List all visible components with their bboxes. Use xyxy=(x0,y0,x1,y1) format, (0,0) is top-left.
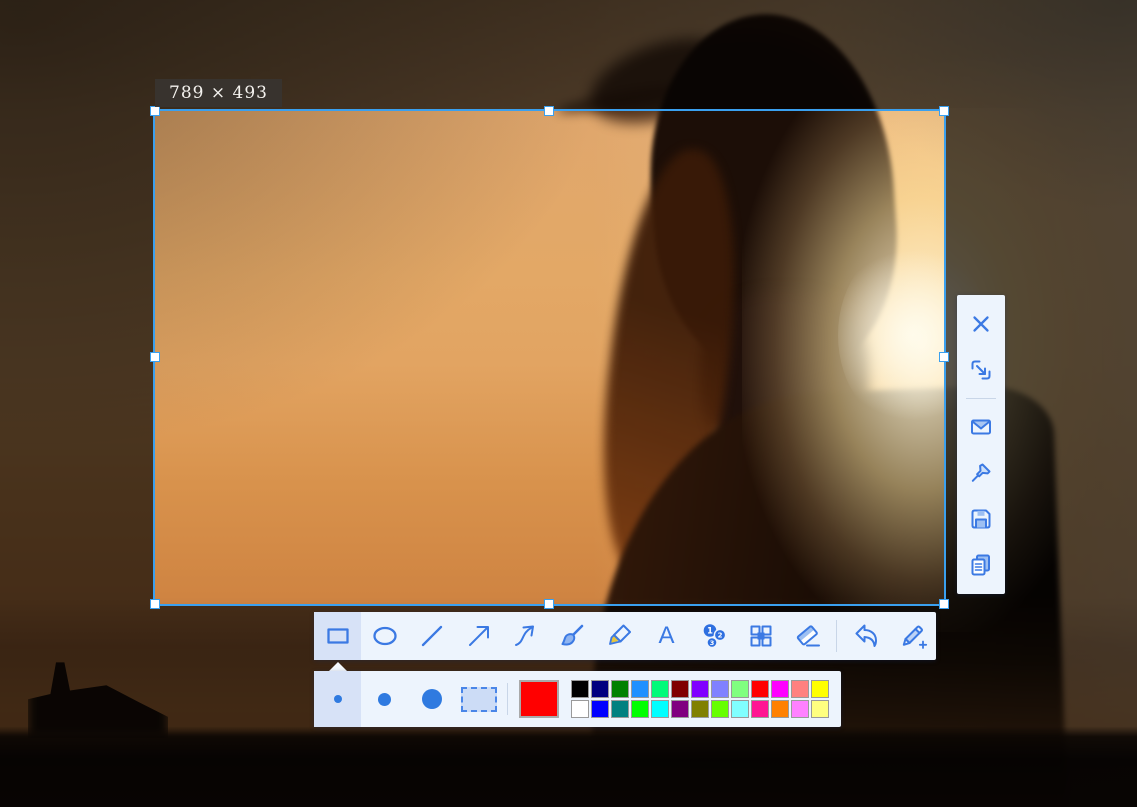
options-separator xyxy=(507,683,508,715)
copy-icon xyxy=(968,552,994,578)
handle-top-left[interactable] xyxy=(150,106,160,116)
palette-swatch[interactable] xyxy=(651,680,669,698)
text-tool-icon: A xyxy=(658,624,674,648)
panel-separator xyxy=(966,398,996,399)
tool-pencil-add[interactable] xyxy=(889,612,936,660)
palette-swatch[interactable] xyxy=(651,700,669,718)
palette-swatch[interactable] xyxy=(671,680,689,698)
tool-number-steps[interactable]: 1 2 3 xyxy=(690,612,737,660)
mail-icon xyxy=(968,414,994,440)
large-dot-icon xyxy=(422,689,442,709)
palette-swatch[interactable] xyxy=(711,700,729,718)
palette-swatch[interactable] xyxy=(671,700,689,718)
pin-icon xyxy=(968,460,994,486)
handle-bottom-left[interactable] xyxy=(150,599,160,609)
palette-swatch[interactable] xyxy=(771,680,789,698)
tool-line[interactable] xyxy=(408,612,455,660)
tool-rectangle[interactable] xyxy=(314,612,361,660)
fullscreen-icon xyxy=(968,357,994,383)
small-dot-icon xyxy=(334,695,342,703)
palette-swatch[interactable] xyxy=(611,700,629,718)
screenshot-capture-overlay: 789 × 493 xyxy=(0,0,1137,807)
save-icon xyxy=(968,506,994,532)
svg-text:1: 1 xyxy=(707,627,713,637)
fill-style-option[interactable] xyxy=(455,671,502,727)
curved-arrow-icon xyxy=(511,621,541,651)
handle-middle-right[interactable] xyxy=(939,352,949,362)
dashed-rectangle-icon xyxy=(461,687,497,712)
svg-text:3: 3 xyxy=(709,639,714,647)
palette-swatch[interactable] xyxy=(731,680,749,698)
save-button[interactable] xyxy=(957,496,1005,542)
thickness-small[interactable] xyxy=(314,671,361,727)
selection-size-label: 789 × 493 xyxy=(169,83,268,103)
tool-eraser[interactable] xyxy=(784,612,831,660)
palette-swatch[interactable] xyxy=(771,700,789,718)
tool-text[interactable]: A xyxy=(643,612,690,660)
toolbar-separator xyxy=(836,620,837,652)
tool-ellipse[interactable] xyxy=(361,612,408,660)
tool-mosaic[interactable] xyxy=(737,612,784,660)
current-color-swatch[interactable] xyxy=(519,680,559,718)
rectangle-icon xyxy=(323,621,353,651)
palette-swatch[interactable] xyxy=(791,680,809,698)
tool-brush[interactable] xyxy=(549,612,596,660)
pencil-add-icon xyxy=(898,621,928,651)
draw-toolbar: A 1 2 3 xyxy=(314,612,936,660)
palette-swatch[interactable] xyxy=(751,700,769,718)
undo-icon xyxy=(851,621,881,651)
handle-bottom-right[interactable] xyxy=(939,599,949,609)
fullscreen-button[interactable] xyxy=(957,347,1005,393)
palette-swatch[interactable] xyxy=(711,680,729,698)
pin-button[interactable] xyxy=(957,450,1005,496)
options-bar xyxy=(314,671,841,727)
ellipse-icon xyxy=(370,621,400,651)
handle-bottom-center[interactable] xyxy=(544,599,554,609)
palette-swatch[interactable] xyxy=(811,700,829,718)
tool-marker[interactable] xyxy=(596,612,643,660)
handle-top-right[interactable] xyxy=(939,106,949,116)
close-icon xyxy=(968,311,994,337)
palette-swatch[interactable] xyxy=(571,700,589,718)
palette-swatch[interactable] xyxy=(631,700,649,718)
palette-swatch[interactable] xyxy=(691,700,709,718)
action-panel xyxy=(957,295,1005,594)
tool-arrow[interactable] xyxy=(455,612,502,660)
color-palette xyxy=(571,680,829,718)
number-steps-icon: 1 2 3 xyxy=(699,621,729,651)
svg-text:2: 2 xyxy=(717,632,722,640)
close-button[interactable] xyxy=(957,301,1005,347)
palette-swatch[interactable] xyxy=(731,700,749,718)
selection-size-badge: 789 × 493 xyxy=(155,79,282,107)
send-mail-button[interactable] xyxy=(957,404,1005,450)
tool-curved-arrow[interactable] xyxy=(502,612,549,660)
arrow-icon xyxy=(464,621,494,651)
palette-swatch[interactable] xyxy=(631,680,649,698)
mosaic-icon xyxy=(746,621,776,651)
palette-swatch[interactable] xyxy=(751,680,769,698)
eraser-icon xyxy=(793,621,823,651)
palette-swatch[interactable] xyxy=(691,680,709,698)
brush-icon xyxy=(558,621,588,651)
palette-swatch[interactable] xyxy=(611,680,629,698)
palette-swatch[interactable] xyxy=(571,680,589,698)
handle-top-center[interactable] xyxy=(544,106,554,116)
palette-swatch[interactable] xyxy=(591,700,609,718)
medium-dot-icon xyxy=(378,693,391,706)
tool-undo[interactable] xyxy=(842,612,889,660)
thickness-medium[interactable] xyxy=(361,671,408,727)
handle-middle-left[interactable] xyxy=(150,352,160,362)
palette-swatch[interactable] xyxy=(591,680,609,698)
thickness-large[interactable] xyxy=(408,671,455,727)
palette-swatch[interactable] xyxy=(791,700,809,718)
selection-rectangle[interactable] xyxy=(153,109,946,606)
marker-icon xyxy=(605,621,635,651)
palette-swatch[interactable] xyxy=(811,680,829,698)
line-icon xyxy=(417,621,447,651)
copy-button[interactable] xyxy=(957,542,1005,588)
